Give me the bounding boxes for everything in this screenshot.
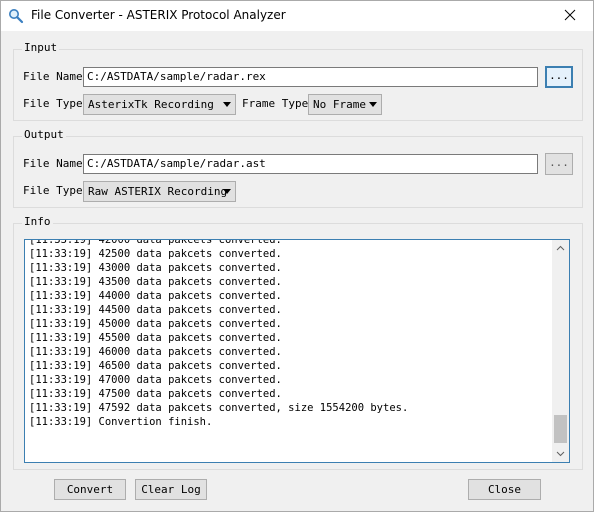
chevron-down-icon: [556, 451, 565, 457]
scrollbar-thumb[interactable]: [554, 415, 567, 443]
log-lines: [11:33:19] 42000 data pakcets converted.…: [29, 239, 409, 429]
close-icon: [564, 9, 576, 24]
log-line: [11:33:19] 47500 data pakcets converted.: [29, 388, 282, 400]
title-bar[interactable]: File Converter - ASTERIX Protocol Analyz…: [1, 1, 593, 31]
search-icon: [8, 8, 24, 24]
log-line: [11:33:19] 45000 data pakcets converted.: [29, 318, 282, 330]
clear-log-button[interactable]: Clear Log: [135, 479, 207, 500]
chevron-down-icon: [223, 102, 231, 107]
log-line: [11:33:19] 46000 data pakcets converted.: [29, 346, 282, 358]
window-close-button[interactable]: [547, 1, 593, 31]
log-line: [11:33:19] 45500 data pakcets converted.: [29, 332, 282, 344]
frame-type-value: No Frame: [313, 98, 366, 111]
chevron-down-icon: [223, 189, 231, 194]
output-file-name-label: File Name: [23, 157, 83, 170]
close-button[interactable]: Close: [468, 479, 541, 500]
frame-type-label: Frame Type: [242, 97, 309, 110]
input-group: Input File Name C:/ASTDATA/sample/radar.…: [13, 41, 583, 121]
log-line: [11:33:19] 43500 data pakcets converted.: [29, 276, 282, 288]
log-line: [11:33:19] Convertion finish.: [29, 416, 213, 428]
window-title: File Converter - ASTERIX Protocol Analyz…: [31, 8, 286, 22]
output-group: Output File Name C:/ASTDATA/sample/radar…: [13, 128, 583, 208]
input-group-title: Input: [22, 41, 60, 54]
log-line: [11:33:19] 47592 data pakcets converted,…: [29, 402, 409, 414]
chevron-down-icon: [369, 102, 377, 107]
scroll-up-button[interactable]: [552, 240, 569, 257]
output-group-title: Output: [22, 128, 66, 141]
input-browse-button[interactable]: ...: [545, 66, 573, 88]
log-line: [11:33:19] 43000 data pakcets converted.: [29, 262, 282, 274]
frame-type-select[interactable]: No Frame: [308, 94, 382, 115]
output-browse-button[interactable]: ...: [545, 153, 573, 175]
input-file-type-select[interactable]: AsterixTk Recording: [83, 94, 236, 115]
log-line: [11:33:19] 42000 data pakcets converted.: [29, 239, 282, 246]
info-group-title: Info: [22, 215, 53, 228]
log-line: [11:33:19] 42500 data pakcets converted.: [29, 248, 282, 260]
input-file-name-label: File Name: [23, 70, 83, 83]
file-converter-window: File Converter - ASTERIX Protocol Analyz…: [0, 0, 594, 512]
output-file-name-field[interactable]: C:/ASTDATA/sample/radar.ast: [83, 154, 538, 174]
output-file-type-label: File Type: [23, 184, 83, 197]
vertical-scrollbar[interactable]: [552, 240, 569, 462]
log-line: [11:33:19] 44500 data pakcets converted.: [29, 304, 282, 316]
input-file-name-field[interactable]: C:/ASTDATA/sample/radar.rex: [83, 67, 538, 87]
log-line: [11:33:19] 44000 data pakcets converted.: [29, 290, 282, 302]
output-file-type-value: Raw ASTERIX Recording: [88, 185, 228, 198]
log-line: [11:33:19] 47000 data pakcets converted.: [29, 374, 282, 386]
output-file-type-select[interactable]: Raw ASTERIX Recording: [83, 181, 236, 202]
scroll-down-button[interactable]: [552, 445, 569, 462]
convert-button[interactable]: Convert: [54, 479, 126, 500]
info-log-textarea[interactable]: [11:33:19] 42000 data pakcets converted.…: [24, 239, 570, 463]
info-group: Info [11:33:19] 42000 data pakcets conve…: [13, 215, 583, 470]
log-line: [11:33:19] 46500 data pakcets converted.: [29, 360, 282, 372]
chevron-up-icon: [556, 245, 565, 251]
input-file-type-value: AsterixTk Recording: [88, 98, 214, 111]
input-file-type-label: File Type: [23, 97, 83, 110]
